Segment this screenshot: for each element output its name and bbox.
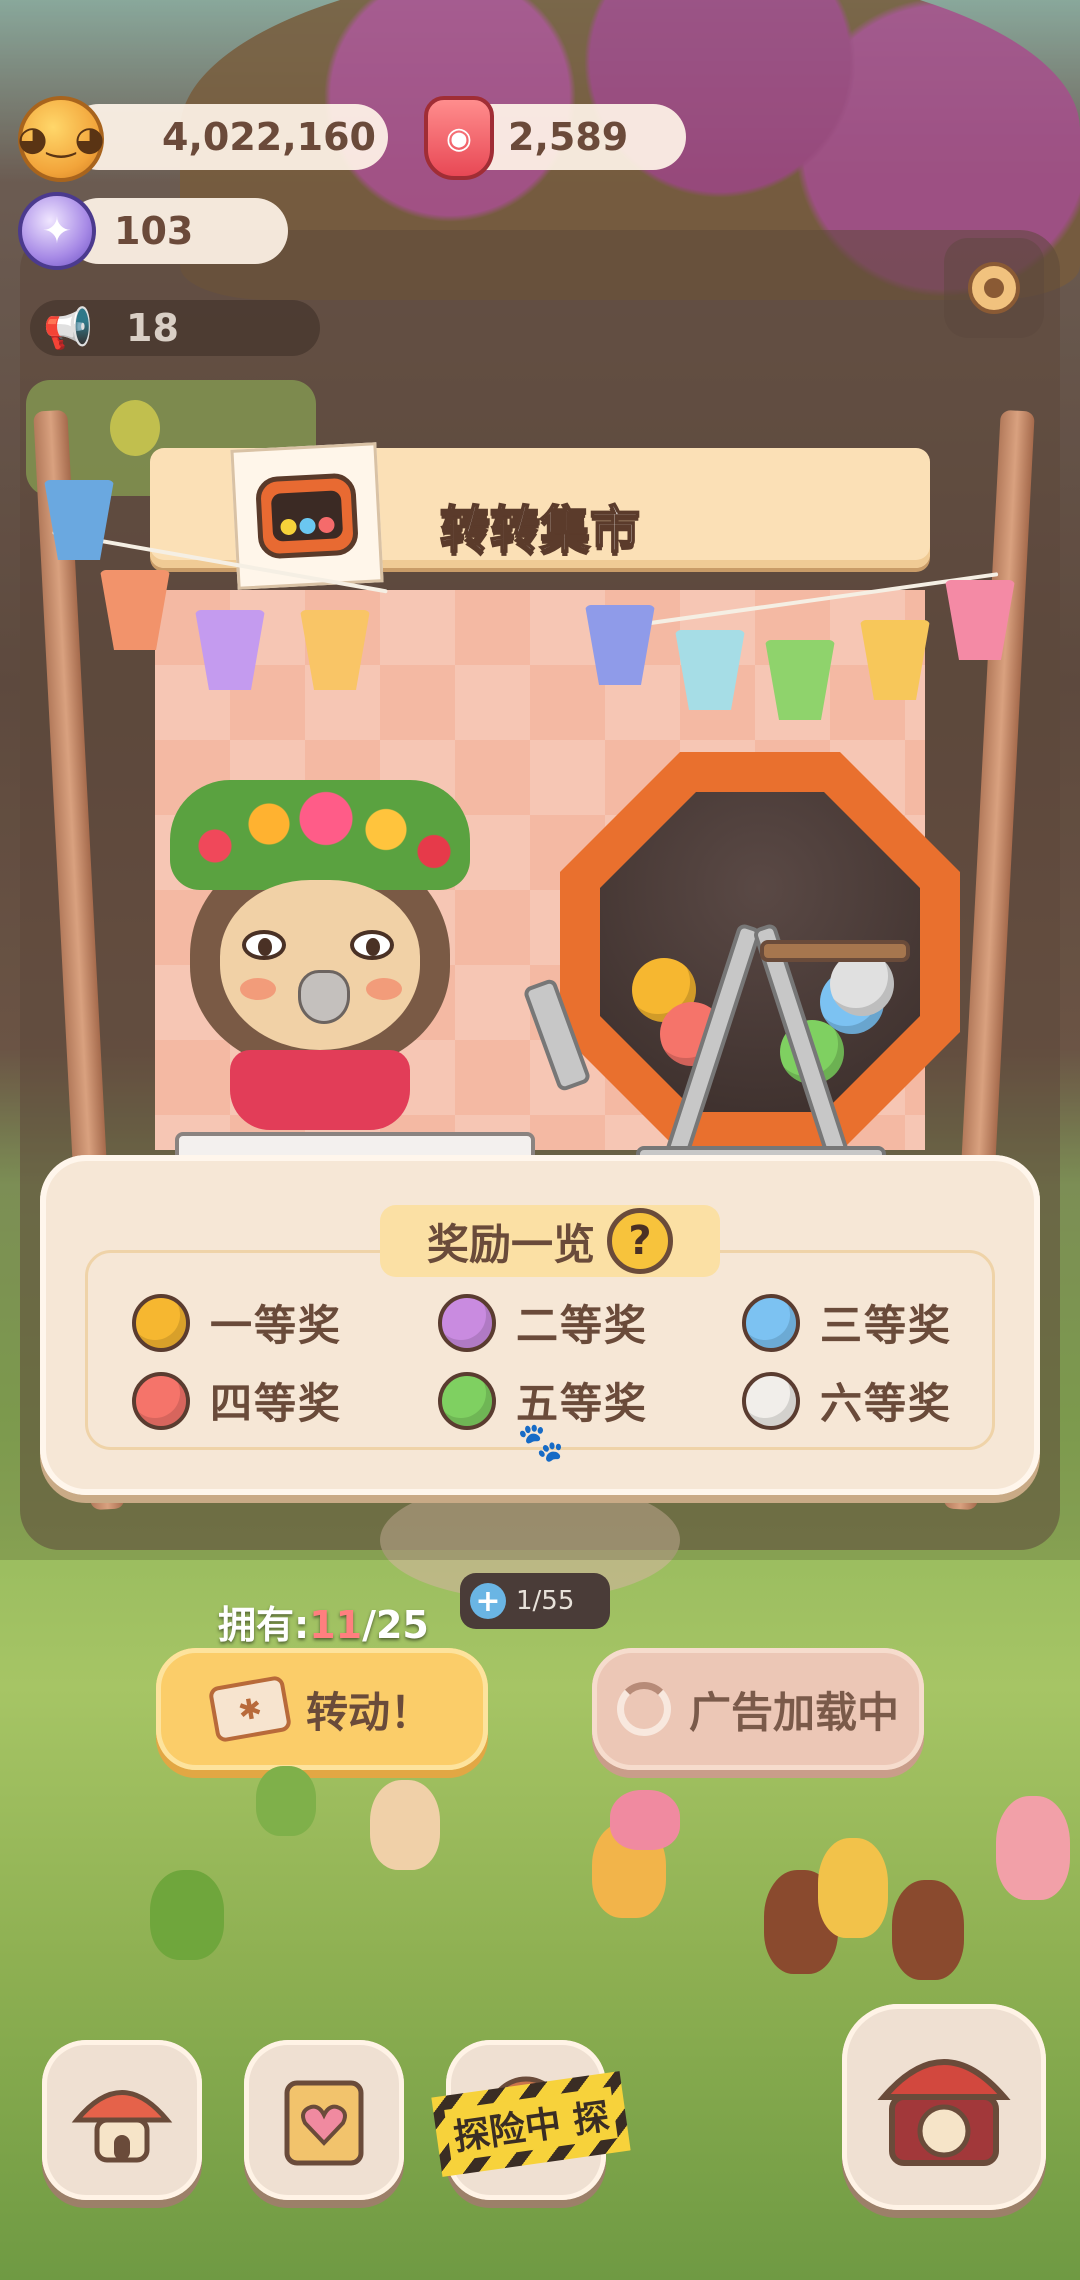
prize-ball-blue — [742, 1293, 800, 1352]
gear-icon — [968, 262, 1020, 314]
home-button[interactable] — [42, 2040, 202, 2200]
vendor-character — [170, 780, 470, 1140]
ticket-count: 拥有:11/25 — [218, 1594, 429, 1649]
prize-label: 三等奖 — [820, 1301, 953, 1350]
market-button[interactable] — [842, 2004, 1046, 2210]
spin-button[interactable]: ✱ 转动！ — [156, 1648, 488, 1770]
stall-progress[interactable]: + 1/55 — [460, 1573, 610, 1629]
coin-icon: ◕‿◕ — [18, 96, 104, 182]
prize-label: 二等奖 — [516, 1301, 649, 1350]
creature[interactable] — [370, 1780, 440, 1870]
creature[interactable] — [996, 1796, 1070, 1900]
loading-spinner-icon — [616, 1682, 671, 1736]
prize-ball-purple — [438, 1293, 496, 1352]
help-button[interactable]: ? — [607, 1208, 673, 1274]
diary-button[interactable] — [244, 2040, 404, 2200]
stall-title: 转转集市 — [439, 500, 641, 560]
prize-ball-white — [742, 1371, 800, 1430]
ad-button[interactable]: 广告加载中 — [592, 1648, 924, 1770]
prize-item: 四等奖 — [132, 1370, 342, 1431]
mushroom-house-icon — [71, 2090, 173, 2163]
prize-ball-red — [132, 1371, 190, 1430]
spin-label: 转动！ — [305, 1687, 432, 1737]
creature[interactable] — [150, 1870, 224, 1960]
notebook-heart-icon — [284, 2080, 364, 2166]
prize-item: 三等奖 — [742, 1292, 952, 1353]
exploring-label: 探险中 探 — [443, 2086, 619, 2162]
ad-label: 广告加载中 — [688, 1687, 899, 1737]
prize-label: 一等奖 — [210, 1301, 343, 1350]
carousel-stall-icon — [877, 2059, 1011, 2166]
plus-icon: + — [470, 1583, 506, 1619]
ruby-value: 2,589 — [508, 115, 629, 159]
crank-arm — [760, 940, 910, 962]
coin-counter[interactable]: 4,022,160 — [66, 104, 388, 170]
creature[interactable] — [892, 1880, 964, 1980]
creature[interactable] — [256, 1766, 316, 1836]
reward-header: 奖励一览 ? — [380, 1205, 720, 1277]
tv-icon — [254, 472, 360, 560]
notification-count: 18 — [126, 306, 179, 350]
gem-counter[interactable]: 103 — [66, 198, 288, 264]
own-label: 拥有: — [218, 1603, 310, 1647]
prize-ball-yellow — [132, 1293, 190, 1352]
prize-item: 二等奖 — [438, 1292, 648, 1353]
prize-label: 六等奖 — [820, 1379, 953, 1428]
creature[interactable] — [818, 1838, 888, 1938]
coin-value: 4,022,160 — [162, 115, 376, 159]
paw-icon: 🐾 — [517, 1420, 565, 1464]
megaphone-icon: 📢 — [43, 305, 93, 352]
prize-item: 一等奖 — [132, 1292, 342, 1353]
prize-item: 六等奖 — [742, 1370, 952, 1431]
settings-button[interactable] — [944, 238, 1044, 338]
notification-bar[interactable]: 📢 18 — [30, 300, 320, 456]
creature[interactable] — [610, 1790, 680, 1850]
prize-ball-green — [438, 1371, 496, 1430]
own-total: /25 — [362, 1603, 429, 1647]
candle-icon: ◉ — [424, 96, 494, 180]
reward-title: 奖励一览 — [426, 1219, 595, 1269]
ticket-icon: ✱ — [207, 1674, 293, 1744]
progress-value: 1/55 — [516, 1586, 575, 1616]
own-current: 11 — [309, 1603, 363, 1647]
gem-value: 103 — [114, 209, 194, 253]
gem-icon: ✦ — [18, 192, 96, 270]
flower-crown — [170, 780, 470, 890]
prize-label: 四等奖 — [210, 1379, 343, 1428]
